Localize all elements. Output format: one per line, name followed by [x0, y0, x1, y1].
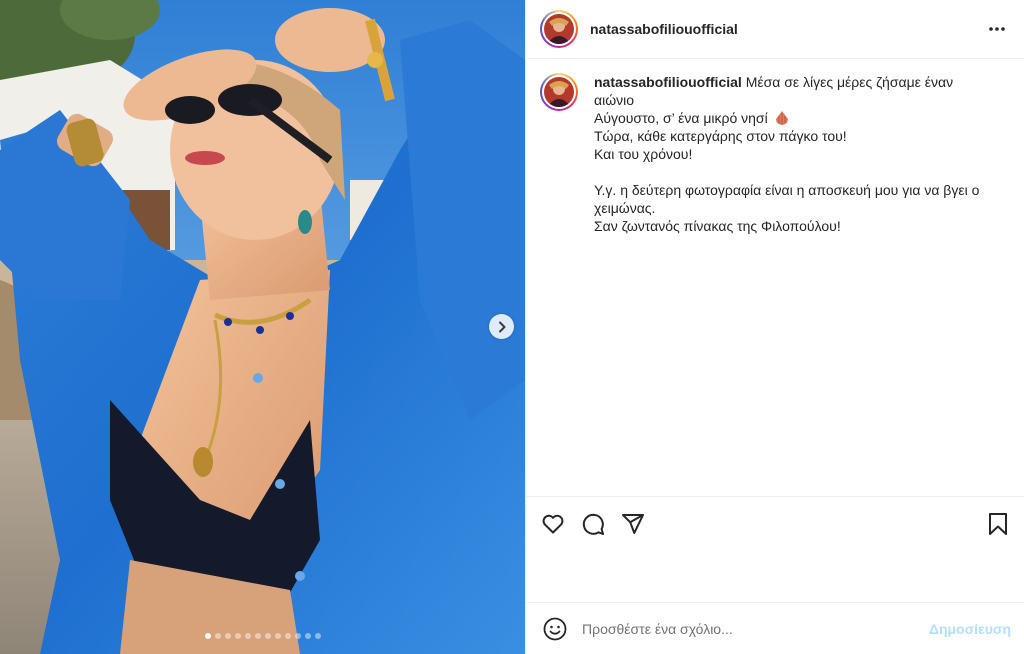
caption-section: natassabofiliouofficial Μέσα σε λίγες μέ… [526, 59, 1024, 496]
post-caption: natassabofiliouofficial Μέσα σε λίγες μέ… [594, 73, 996, 496]
shell-icon [775, 111, 788, 125]
smiley-icon [543, 617, 567, 640]
carousel-dot [264, 633, 271, 639]
caption-line: Σαν ζωντανός πίνακας της Φιλοπούλου! [594, 218, 841, 234]
carousel-dot [214, 633, 221, 639]
post-media[interactable] [0, 0, 525, 654]
carousel-dot [314, 633, 321, 639]
post-comment-button[interactable]: Δημοσίευση [929, 621, 1011, 637]
more-options-button[interactable] [984, 22, 1010, 36]
post-photo [0, 0, 525, 654]
share-button[interactable] [620, 511, 646, 537]
header-username[interactable]: natassabofiliouofficial [590, 21, 738, 37]
carousel-dot [244, 633, 251, 639]
carousel-dot [294, 633, 301, 639]
carousel-next-button[interactable] [489, 314, 514, 339]
ellipsis-icon [989, 27, 1005, 31]
comment-bar: Δημοσίευση [526, 602, 1024, 654]
comment-icon [582, 513, 604, 535]
avatar[interactable] [540, 10, 578, 48]
like-button[interactable] [540, 511, 566, 537]
post-header: natassabofiliouofficial [526, 0, 1024, 59]
save-button[interactable] [985, 511, 1011, 537]
caption-line: Τώρα, κάθε κατεργάρης στον πάγκο του! [594, 128, 847, 144]
comment-input[interactable] [582, 620, 921, 637]
carousel-dot [254, 633, 261, 639]
caption-username[interactable]: natassabofiliouofficial [594, 74, 742, 90]
caption-line: Αύγουστο, σ’ ένα μικρό νησί [594, 110, 768, 126]
action-bar [526, 496, 1024, 550]
chevron-right-icon [498, 321, 505, 332]
caption-line: χειμώνας. [594, 200, 656, 216]
carousel-dot [234, 633, 241, 639]
paper-plane-icon [622, 513, 644, 534]
emoji-picker-button[interactable] [542, 616, 568, 642]
carousel-dot [284, 633, 291, 639]
avatar-image [544, 14, 574, 44]
carousel-indicator [0, 633, 525, 639]
caption-line: Υ.γ. η δεύτερη φωτογραφία είναι η αποσκε… [594, 182, 980, 198]
caption-line: Και του χρόνου! [594, 146, 693, 162]
heart-icon [542, 514, 564, 533]
caption-avatar[interactable] [540, 73, 578, 111]
carousel-dot [204, 633, 211, 639]
carousel-dot [224, 633, 231, 639]
bookmark-icon [989, 512, 1007, 535]
carousel-dot [304, 633, 311, 639]
comment-button[interactable] [580, 511, 606, 537]
carousel-dot [274, 633, 281, 639]
post-detail-panel: natassabofiliouofficial natassabofiliouo… [525, 0, 1024, 654]
avatar-image [544, 77, 574, 107]
